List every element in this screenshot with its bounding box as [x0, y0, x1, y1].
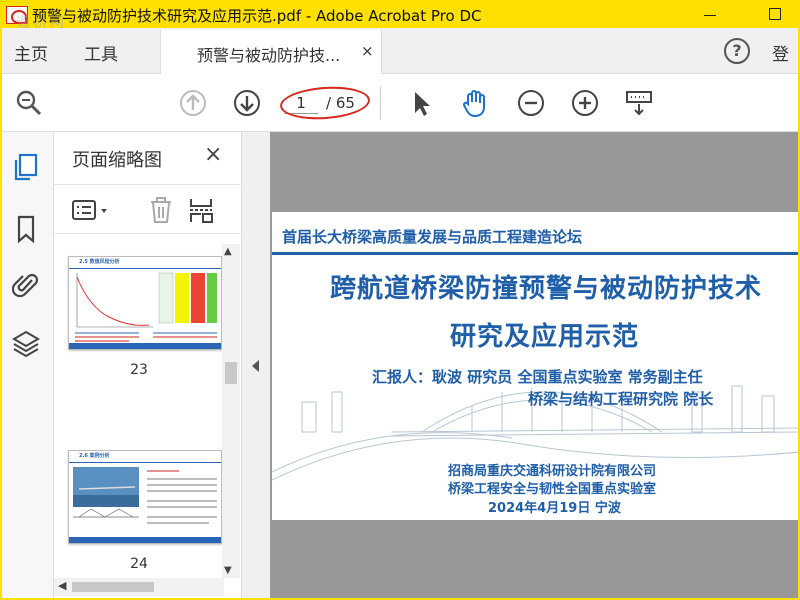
search-zoom-icon[interactable] — [14, 88, 44, 118]
organization-line-2: 桥梁工程安全与韧性全国重点实验室 — [448, 482, 657, 497]
reporter-line-1: 汇报人：耿波 研究员 全国重点实验室 常务副主任 — [372, 368, 703, 386]
close-tab-icon[interactable]: × — [361, 42, 374, 60]
help-icon[interactable]: ? — [724, 38, 750, 64]
scroll-left-arrow-icon[interactable]: ◀ — [58, 579, 66, 592]
red-annotation-circle — [278, 83, 372, 123]
thumbnail-vertical-scrollbar[interactable]: ▲ ▼ — [222, 244, 240, 578]
sign-in-button[interactable]: 登 — [772, 40, 789, 65]
document-tab[interactable]: 预警与被动防护技... × — [160, 30, 382, 74]
panel-title: 页面缩略图 — [72, 150, 162, 171]
layers-icon[interactable] — [12, 328, 40, 358]
toolbar: / 65 — [2, 74, 798, 132]
thumbnail-page-23[interactable]: 2.5 数值风险分析 — [68, 256, 222, 350]
document-view[interactable]: 首届长大桥梁高质量发展与品质工程建造论坛 跨航道桥梁防撞预警与被动防护技术 研究… — [270, 132, 798, 598]
zoom-in-icon[interactable] — [570, 88, 600, 118]
maximize-button[interactable] — [762, 4, 788, 26]
bookmark-icon[interactable] — [12, 214, 40, 244]
previous-page-icon[interactable] — [178, 88, 208, 118]
thumbnail-page-number: 24 — [130, 556, 148, 572]
select-cursor-icon[interactable] — [406, 88, 436, 118]
scroll-down-arrow-icon[interactable]: ▼ — [224, 565, 232, 576]
close-panel-icon[interactable]: × — [204, 142, 222, 167]
collapse-panel-arrow-icon[interactable] — [252, 360, 259, 372]
acrobat-window: 道桥网 预警与被动防护技术研究及应用示范.pdf - Adobe Acrobat… — [2, 2, 798, 598]
thumbnail-page-24[interactable]: 2.6 案例分析 — [68, 450, 222, 544]
panel-splitter[interactable] — [242, 132, 270, 598]
left-navigation-rail — [2, 132, 54, 598]
thumbnail-horizontal-scrollbar[interactable]: ◀ — [54, 578, 224, 596]
scrollbar-thumb[interactable] — [72, 582, 154, 592]
document-tab-label: 预警与被动防护技... — [197, 46, 341, 65]
thumbnail-content — [73, 467, 217, 524]
thumbnail-list: 2.5 数值风险分析 23 2.6 案例分析 24 — [54, 244, 224, 576]
trash-icon[interactable] — [148, 196, 174, 224]
scroll-up-arrow-icon[interactable]: ▲ — [224, 246, 232, 257]
menu-home[interactable]: 主页 — [14, 40, 48, 65]
extract-pages-icon[interactable] — [188, 196, 214, 224]
page-thumbnails-panel: 页面缩略图 × 2.5 数值风险分析 23 2.6 案例分析 24 ▲ ▼ ◀ — [54, 132, 242, 598]
pdf-page: 首届长大桥梁高质量发展与品质工程建造论坛 跨航道桥梁防撞预警与被动防护技术 研究… — [272, 212, 798, 520]
zoom-out-icon[interactable] — [516, 88, 546, 118]
scan-page-icon[interactable] — [624, 88, 654, 118]
hand-tool-icon[interactable] — [460, 88, 490, 118]
thumbnail-content — [75, 272, 217, 342]
toolbar-divider — [380, 86, 381, 120]
menu-bar: 主页 工具 预警与被动防护技... × ? 登 — [2, 28, 798, 74]
thumbnail-options-icon[interactable] — [72, 199, 110, 223]
date-location: 2024年4月19日 宁波 — [488, 501, 621, 516]
panel-toolbar — [54, 184, 242, 234]
attachment-icon[interactable] — [11, 270, 40, 300]
title-bar: 道桥网 预警与被动防护技术研究及应用示范.pdf - Adobe Acrobat… — [2, 2, 798, 31]
page-thumbnails-icon[interactable] — [12, 152, 40, 182]
slide-title-line-2: 研究及应用示范 — [450, 322, 640, 352]
header-divider — [272, 252, 798, 255]
minimize-button[interactable] — [696, 4, 722, 26]
organization-line-1: 招商局重庆交通科研设计院有限公司 — [448, 464, 657, 479]
slide-title-line-1: 跨航道桥梁防撞预警与被动防护技术 — [330, 274, 763, 304]
scrollbar-thumb[interactable] — [225, 362, 237, 384]
menu-tools[interactable]: 工具 — [84, 40, 118, 65]
forum-title: 首届长大桥梁高质量发展与品质工程建造论坛 — [282, 228, 583, 246]
reporter-line-2: 桥梁与结构工程研究院 院长 — [528, 390, 714, 408]
window-title: 预警与被动防护技术研究及应用示范.pdf - Adobe Acrobat Pro… — [32, 7, 482, 25]
next-page-icon[interactable] — [232, 88, 262, 118]
thumbnail-page-number: 23 — [130, 362, 148, 378]
